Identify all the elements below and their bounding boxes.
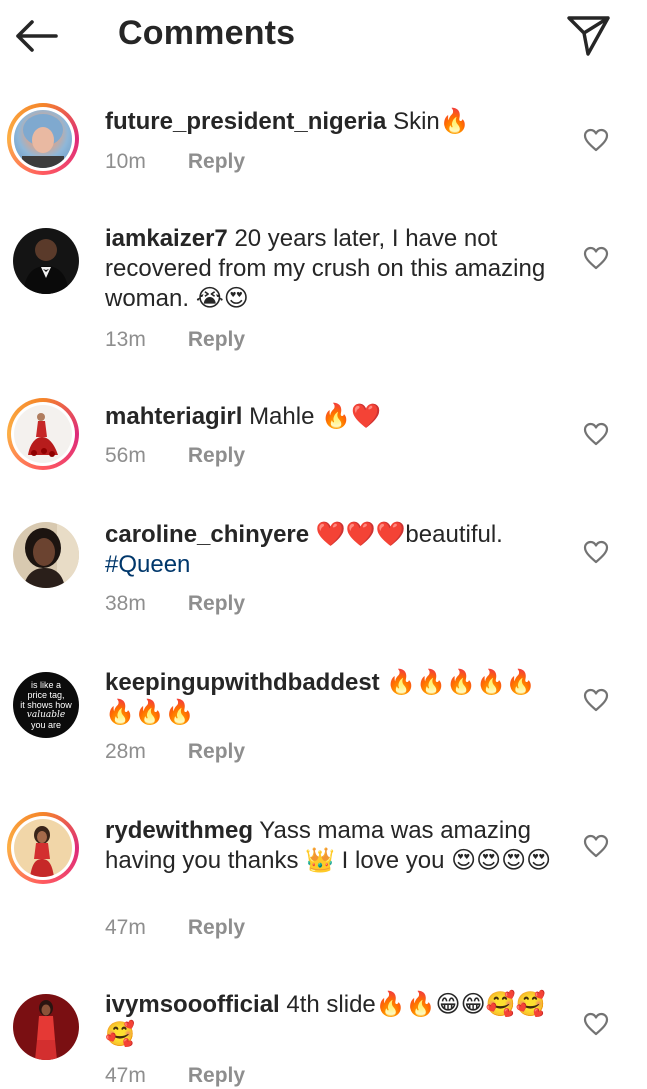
- header-bar: Comments: [0, 0, 647, 72]
- heart-icon: [583, 834, 609, 858]
- comment-time: 47m: [105, 916, 146, 939]
- share-button[interactable]: [566, 14, 612, 58]
- avatar-photo: [35, 1000, 57, 1060]
- heart-icon: [583, 128, 609, 152]
- avatar-photo: [22, 114, 64, 168]
- avatar-photo: [23, 239, 69, 294]
- hashtag-link[interactable]: #Queen: [105, 551, 190, 578]
- page-title: Comments: [118, 14, 296, 52]
- like-button[interactable]: [583, 540, 609, 564]
- comment-username[interactable]: future_president_nigeria: [105, 108, 386, 135]
- avatar-photo: [30, 826, 54, 877]
- comment-text: Mahle 🔥❤️: [249, 403, 381, 430]
- heart-icon: [583, 688, 609, 712]
- heart-icon: [583, 1012, 609, 1036]
- reply-button[interactable]: Reply: [188, 150, 245, 173]
- avatar-quote-line: it shows how: [20, 700, 72, 710]
- like-button[interactable]: [583, 834, 609, 858]
- heart-icon: [583, 540, 609, 564]
- comment-username[interactable]: keepingupwithdbaddest: [105, 669, 380, 696]
- arrow-left-icon: [16, 20, 58, 52]
- avatar[interactable]: [7, 988, 79, 1060]
- avatar[interactable]: [7, 103, 79, 175]
- comment-time: 56m: [105, 444, 146, 467]
- avatar[interactable]: [7, 812, 79, 884]
- avatar-quote-line: price tag,: [27, 690, 65, 700]
- comment-time: 10m: [105, 150, 146, 173]
- comment-username[interactable]: ivymsooofficial: [105, 991, 280, 1018]
- reply-button[interactable]: Reply: [188, 328, 245, 351]
- avatar-quote-line: is like a: [30, 680, 61, 690]
- like-button[interactable]: [583, 422, 609, 446]
- avatar[interactable]: [7, 516, 79, 588]
- avatar-quote-line: you are: [30, 720, 62, 730]
- avatar[interactable]: [7, 398, 79, 470]
- comment-time: 47m: [105, 1064, 146, 1087]
- comment-time: 13m: [105, 328, 146, 351]
- comment-text: Skin🔥: [393, 108, 470, 135]
- avatar-photo: [28, 413, 58, 457]
- reply-button[interactable]: Reply: [188, 1064, 245, 1087]
- comment-time: 38m: [105, 592, 146, 615]
- like-button[interactable]: [583, 246, 609, 270]
- reply-button[interactable]: Reply: [188, 740, 245, 763]
- heart-icon: [583, 246, 609, 270]
- paper-plane-icon: [567, 16, 610, 56]
- reply-button[interactable]: Reply: [188, 444, 245, 467]
- avatar-photo: [23, 522, 79, 588]
- back-button[interactable]: [12, 14, 62, 58]
- reply-button[interactable]: Reply: [188, 916, 245, 939]
- avatar[interactable]: [7, 222, 79, 294]
- heart-icon: [583, 422, 609, 446]
- reply-button[interactable]: Reply: [188, 592, 245, 615]
- comment-username[interactable]: mahteriagirl: [105, 403, 242, 430]
- like-button[interactable]: [583, 688, 609, 712]
- avatar[interactable]: is like a price tag, it shows how valuab…: [7, 666, 79, 738]
- comment-username[interactable]: rydewithmeg: [105, 817, 253, 844]
- comment-username[interactable]: iamkaizer7: [105, 225, 228, 252]
- like-button[interactable]: [583, 1012, 609, 1036]
- comment-text: ❤️❤️❤️beautiful.: [315, 521, 503, 548]
- comment-username[interactable]: caroline_chinyere: [105, 521, 309, 548]
- avatar-quote-line: valuable: [26, 710, 66, 720]
- like-button[interactable]: [583, 128, 609, 152]
- comment-time: 28m: [105, 740, 146, 763]
